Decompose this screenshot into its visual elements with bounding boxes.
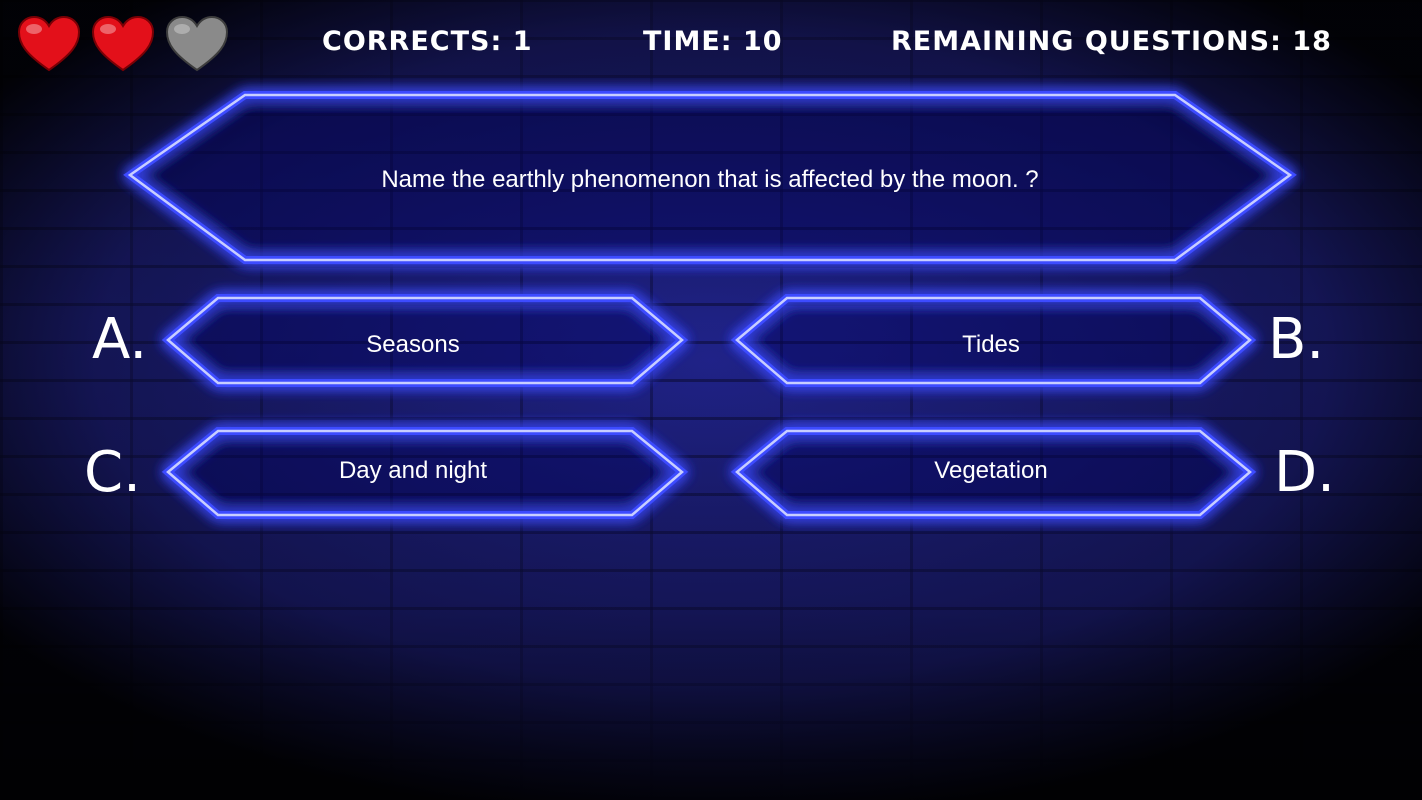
answer-a-letter: A. [92,307,148,372]
neon-frames [123,91,1297,519]
answer-c-button[interactable]: Day and night [168,431,682,515]
answer-b-button[interactable]: Tides [737,298,1250,383]
answer-d-letter: D. [1274,440,1335,505]
answer-d-button[interactable]: Vegetation [737,431,1250,515]
game-screen: Corrects: 1 Time: 10 Remaining Questions… [0,0,1422,800]
answer-c-text: Day and night [338,457,488,484]
answer-b-letter: B. [1268,307,1325,372]
answer-a-button[interactable]: Seasons [168,298,682,383]
answer-a-text: Seasons [366,331,460,358]
answer-b-text: Tides [962,331,1020,358]
answer-c-letter: C. [84,440,141,505]
question-text: Name the earthly phenomenon that is affe… [381,166,1039,193]
answer-d-text: Vegetation [934,457,1048,484]
